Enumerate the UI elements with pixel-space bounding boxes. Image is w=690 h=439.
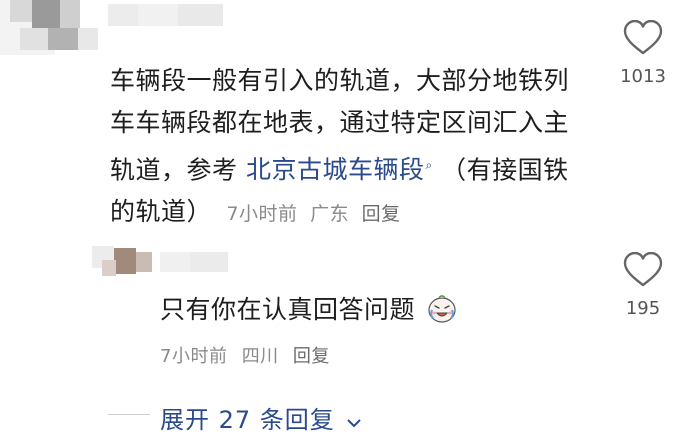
heart-outline-icon[interactable]	[623, 252, 663, 288]
comment-meta: 7小时前 广东 回复	[226, 203, 406, 225]
reply-name[interactable]	[160, 252, 230, 274]
reply-button[interactable]: 回复	[362, 203, 401, 225]
reply-avatar[interactable]	[92, 246, 152, 280]
reply-reply-button[interactable]: 回复	[293, 346, 330, 367]
comment-body: 车辆段一般有引入的轨道，大部分地铁列车车辆段都在地表，通过特定区间汇入主轨道，参…	[110, 60, 590, 235]
commenter-name[interactable]	[108, 4, 258, 28]
comment-location: 广东	[310, 203, 350, 226]
reply-meta: 7小时前 四川 回复	[160, 342, 338, 368]
commenter-avatar[interactable]	[0, 0, 110, 55]
reply-text: 只有你在认真回答问题	[160, 295, 416, 324]
expand-replies-button[interactable]: 展开 27 条回复	[160, 400, 362, 435]
like-count: 1013	[620, 66, 666, 87]
location-link[interactable]: 北京古城车辆段⌕	[246, 155, 433, 184]
reply-time: 7小时前	[160, 346, 228, 367]
heart-outline-icon[interactable]	[623, 20, 663, 56]
search-icon: ⌕	[425, 158, 433, 172]
expand-replies-label: 展开 27 条回复	[160, 406, 335, 434]
reply-like-count: 195	[625, 298, 661, 319]
reply-location: 四川	[241, 346, 279, 367]
chevron-down-icon	[347, 419, 362, 428]
expand-divider	[108, 414, 150, 415]
reply-body: 只有你在认真回答问题	[160, 290, 457, 326]
comment-time: 7小时前	[226, 203, 298, 226]
crying-laughing-emoji-icon	[428, 295, 457, 323]
